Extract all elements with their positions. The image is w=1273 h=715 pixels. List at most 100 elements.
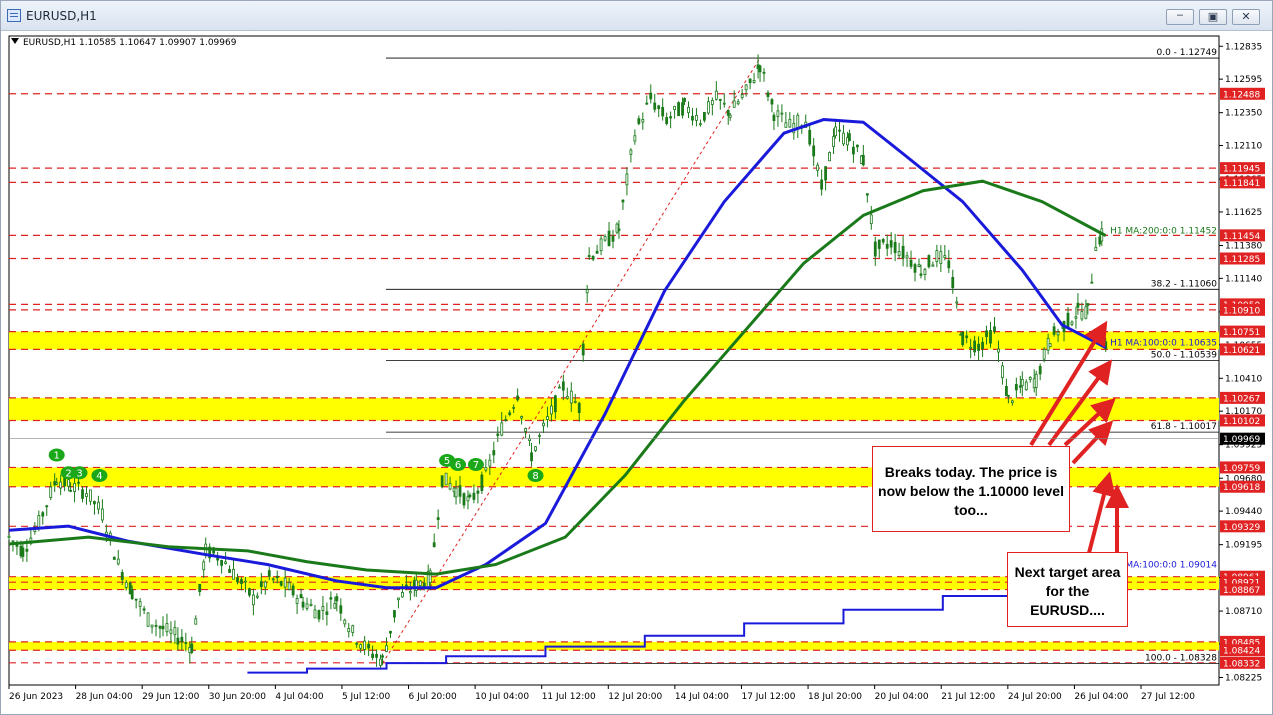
candle-body: [432, 542, 436, 547]
candle-body: [561, 381, 565, 391]
candle-body: [77, 481, 80, 484]
candle-body: [198, 583, 202, 593]
candle-body: [343, 619, 347, 625]
candle-body: [820, 179, 824, 190]
candle-body: [1014, 384, 1018, 391]
candle-body: [528, 438, 531, 441]
candle-body: [462, 493, 466, 506]
candle-body: [710, 100, 714, 105]
candle-body: [1086, 303, 1090, 306]
candle-body: [645, 102, 649, 105]
level-tag-label-10: 1.10102: [1223, 417, 1260, 427]
marker-7: 7: [467, 458, 484, 472]
candle-body: [722, 102, 726, 105]
candle-body: [500, 422, 504, 436]
candle-body: [85, 493, 88, 498]
candle-body: [714, 90, 718, 100]
candle-body: [796, 114, 800, 129]
candle-body: [355, 642, 359, 645]
candle-body: [965, 335, 969, 339]
level-tag-label-19: 1.08332: [1223, 659, 1260, 669]
candle-body: [1070, 321, 1074, 325]
level-tag-label-11: 1.09759: [1223, 464, 1260, 474]
candle-body: [7, 535, 11, 538]
candle-body: [587, 255, 591, 257]
time-label-9: 12 Jul 20:00: [608, 692, 662, 702]
candle-body: [73, 483, 76, 493]
candle-body: [617, 228, 621, 231]
dropdown-triangle-icon[interactable]: [11, 38, 19, 44]
candle-body: [476, 490, 480, 494]
candle-body: [134, 598, 138, 601]
candle-body: [951, 277, 955, 289]
marker-3: 3: [71, 466, 88, 480]
ma-label-2: MA:100:0:0 1.09014: [1125, 560, 1217, 570]
candle-body: [919, 273, 923, 276]
candle-body: [748, 78, 752, 84]
candle-body: [629, 149, 633, 155]
candle-body: [524, 427, 527, 432]
candle-body: [295, 598, 299, 604]
candle-body: [287, 582, 291, 590]
candle-body: [581, 343, 585, 356]
candle-body: [687, 106, 690, 114]
candle-body: [828, 152, 831, 162]
candle-body: [400, 591, 404, 598]
candle-body: [251, 594, 255, 606]
candle-body: [236, 577, 239, 583]
fib-label-4: 100.0 - 1.08328: [1145, 653, 1217, 663]
candle-body: [309, 603, 313, 606]
candle-body: [120, 572, 124, 581]
candle-body: [59, 481, 63, 489]
candle-body: [363, 640, 367, 650]
candle-body: [776, 110, 780, 117]
candle-body: [317, 610, 321, 620]
candle-body: [832, 136, 835, 147]
candle-body: [232, 568, 235, 580]
level-tag-label-13: 1.09329: [1223, 523, 1260, 533]
candle-body: [599, 238, 603, 252]
candle-body: [848, 133, 851, 142]
price-tick-label-15: 1.09195: [1225, 541, 1262, 551]
level-tag-label-0: 1.12488: [1223, 90, 1260, 100]
chart-window: EURUSD,H1 ‒ ▣ ✕ 0.0 - 1.12749 38.2 - 1.11…: [0, 0, 1273, 715]
candle-body: [190, 643, 194, 653]
candle-body: [649, 92, 653, 100]
candle-body: [381, 655, 384, 658]
price-tick-label-19: 1.08225: [1225, 673, 1262, 683]
time-label-3: 30 Jun 20:00: [209, 692, 266, 702]
candle-body: [1052, 326, 1056, 335]
marker-label: 1: [53, 450, 59, 461]
candle-body: [259, 581, 263, 587]
candle-body: [842, 132, 845, 145]
level-tag-label-6: 1.10910: [1223, 306, 1260, 316]
candle-body: [81, 489, 84, 499]
marker-4: 4: [91, 469, 108, 483]
marker-label: 3: [76, 468, 82, 479]
candle-body: [939, 251, 943, 265]
fib-label-0: 0.0 - 1.12749: [1157, 48, 1218, 58]
candle-body: [1028, 377, 1032, 380]
candle-body: [263, 581, 267, 588]
candle-body: [97, 501, 100, 510]
yellow-zone-1: [9, 397, 1219, 421]
candle-body: [824, 166, 828, 181]
candle-body: [436, 517, 440, 520]
candle-body: [472, 492, 476, 500]
candle-body: [55, 482, 59, 485]
current-price-label: 1.09969: [1223, 435, 1260, 445]
candle-body: [909, 259, 913, 267]
candle-body: [861, 154, 865, 166]
candle-body: [673, 105, 676, 110]
candle-body: [393, 610, 396, 618]
candle-body: [1001, 365, 1004, 379]
candle-body: [347, 628, 351, 633]
info-symbol: EURUSD,H1: [23, 38, 77, 48]
price-tick-label-14: 1.09440: [1225, 507, 1262, 517]
candle-body: [538, 434, 541, 437]
candle-body: [530, 452, 533, 462]
candle-body: [917, 264, 921, 268]
candle-body: [49, 486, 53, 499]
candle-body: [1056, 331, 1060, 336]
candle-body: [1042, 348, 1046, 360]
